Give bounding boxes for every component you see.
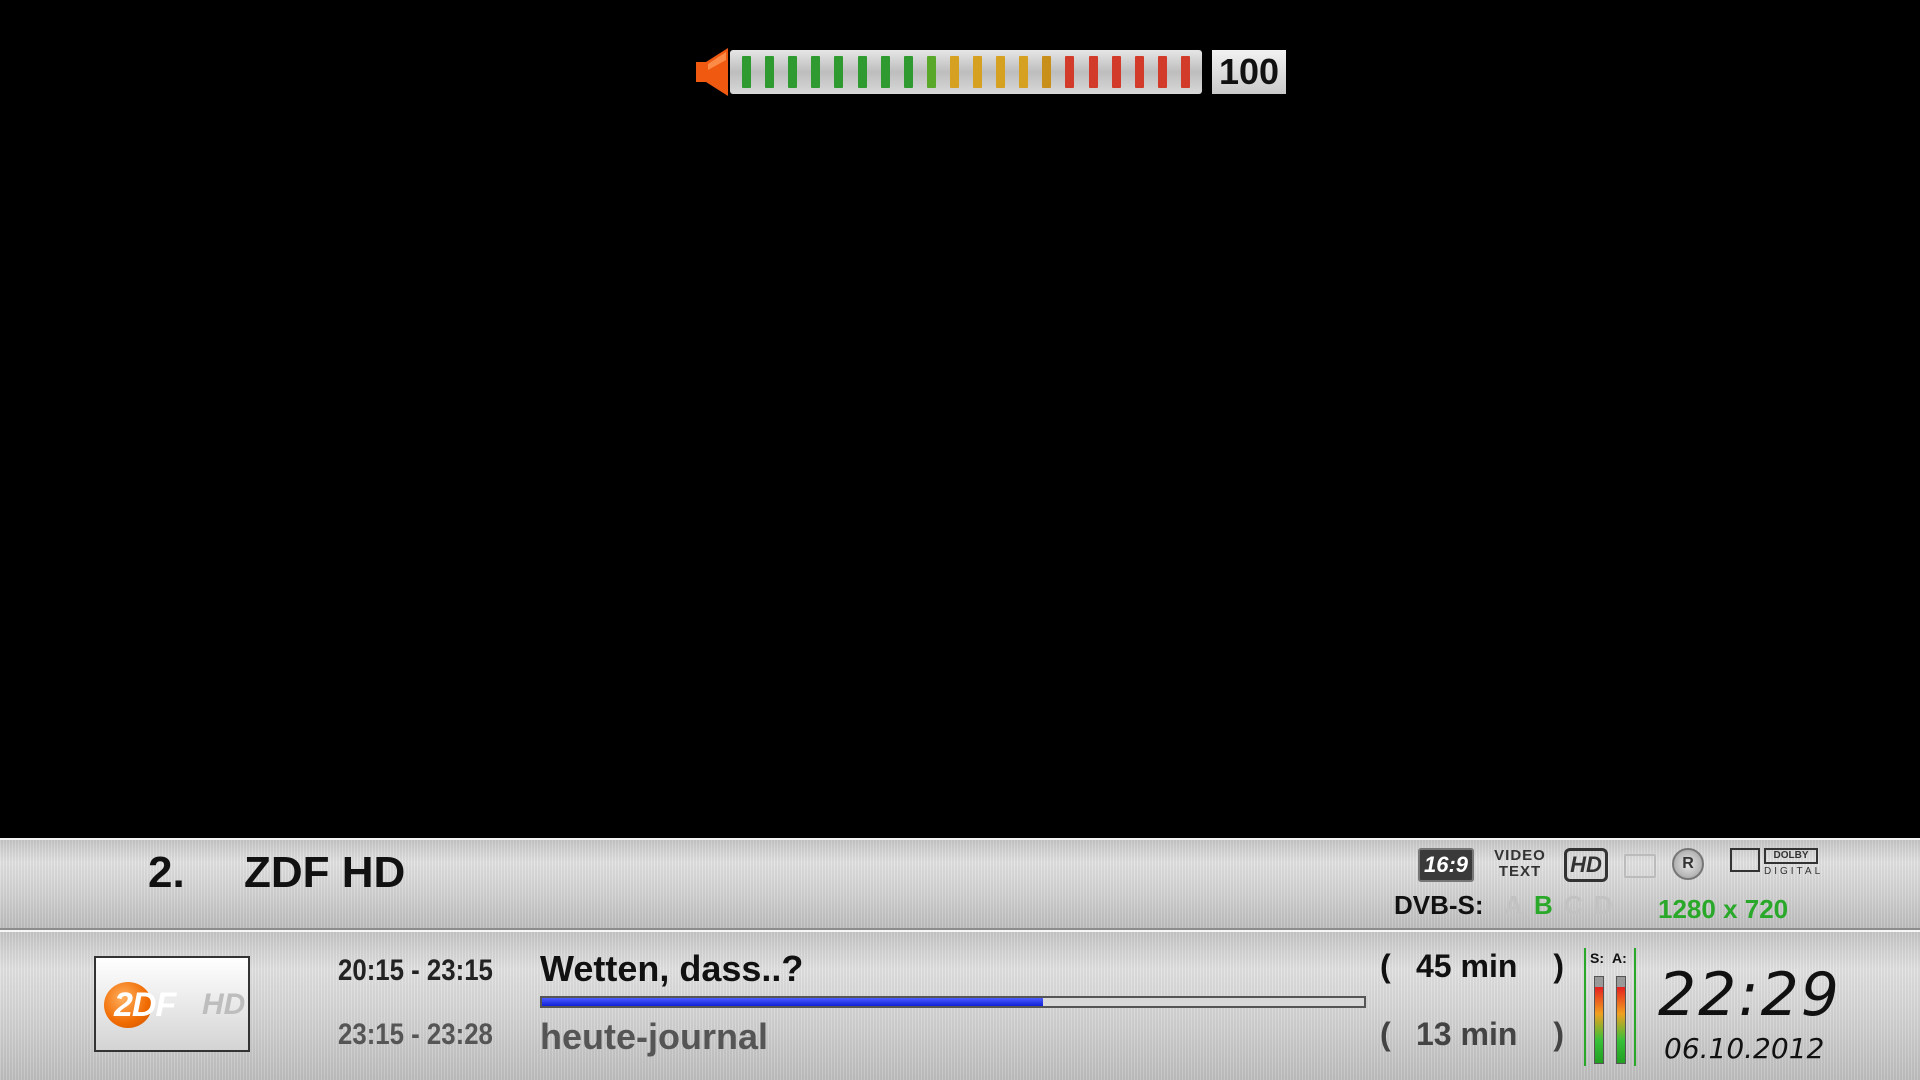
- signal-strength-fill: [1595, 987, 1603, 1063]
- volume-segment: [1065, 56, 1075, 88]
- channel-logo: 2DF HD: [94, 956, 250, 1052]
- hd-icon: HD: [1564, 848, 1608, 882]
- dolby-word: DOLBY: [1764, 848, 1818, 864]
- event-progress-bar: [540, 996, 1366, 1008]
- duration-value: 13 min: [1416, 1016, 1518, 1052]
- videotext-line1: VIDEO: [1494, 847, 1546, 864]
- clock-date: 06.10.2012: [1664, 1032, 1825, 1065]
- volume-segment: [834, 56, 844, 88]
- signal-quality-label: A:: [1612, 950, 1627, 966]
- paren-open: (: [1380, 948, 1391, 984]
- volume-segment: [788, 56, 798, 88]
- speaker-icon: [696, 48, 728, 96]
- next-event-time: 23:15 - 23:28: [338, 1018, 493, 1051]
- current-event-title: Wetten, dass..?: [540, 948, 804, 989]
- signal-meters: S: A:: [1584, 948, 1636, 1066]
- event-progress-fill: [542, 998, 1044, 1006]
- volume-segment: [857, 56, 867, 88]
- next-event-title: heute-journal: [540, 1016, 769, 1057]
- dolby-digital-icon: DOLBY DIGITAL: [1730, 848, 1820, 880]
- paren-open: (: [1380, 1016, 1391, 1052]
- signal-strength-label: S:: [1590, 950, 1604, 966]
- volume-segment: [903, 56, 913, 88]
- volume-level: [738, 56, 1200, 88]
- volume-segment: [926, 56, 936, 88]
- volume-segment: [1157, 56, 1167, 88]
- volume-segment: [765, 56, 775, 88]
- volume-overlay: 100: [694, 44, 1294, 100]
- remaining-value: 45 min: [1416, 948, 1518, 984]
- paren-close: ): [1553, 948, 1564, 984]
- tuner-slot-c: C: [1564, 890, 1583, 920]
- logo-hd: HD: [202, 988, 246, 1021]
- signal-strength-meter: [1594, 976, 1604, 1064]
- paren-close: ): [1553, 1016, 1564, 1052]
- channel-name: ZDF HD: [244, 848, 406, 897]
- tuner-label: DVB-S:: [1394, 890, 1484, 920]
- volume-segment: [949, 56, 959, 88]
- tuner-slot-b: B: [1534, 890, 1553, 920]
- signal-quality-meter: [1616, 976, 1626, 1064]
- volume-segment: [1111, 56, 1121, 88]
- videotext-line2: TEXT: [1498, 863, 1542, 880]
- tuner-slot-a: A: [1504, 890, 1523, 920]
- current-event-time: 20:15 - 23:15: [338, 954, 493, 987]
- volume-segment: [1019, 56, 1029, 88]
- aspect-ratio-icon: 16:9: [1418, 848, 1474, 882]
- volume-segment: [996, 56, 1006, 88]
- volume-segment: [1088, 56, 1098, 88]
- signal-quality-fill: [1617, 987, 1625, 1063]
- channel-number: 2.: [148, 848, 185, 897]
- volume-segment: [742, 56, 751, 88]
- volume-segment: [880, 56, 890, 88]
- tuner-slot-d: D: [1594, 890, 1613, 920]
- logo-text: 2DF: [114, 986, 176, 1024]
- resolution: 1280 x 720: [1658, 894, 1789, 924]
- volume-segment: [1134, 56, 1144, 88]
- videotext-icon: VIDEO TEXT: [1494, 848, 1546, 882]
- volume-segment: [1042, 56, 1052, 88]
- dolby-digital-word: DIGITAL: [1764, 866, 1824, 877]
- volume-segment: [973, 56, 982, 88]
- subtitle-icon: [1624, 854, 1656, 878]
- clock-time: 22:29: [1658, 960, 1841, 1030]
- volume-segment: [1180, 56, 1190, 88]
- dolby-dd-mark: [1730, 848, 1760, 872]
- record-icon: R: [1672, 848, 1704, 880]
- volume-value: 100: [1212, 50, 1286, 94]
- volume-segment: [811, 56, 821, 88]
